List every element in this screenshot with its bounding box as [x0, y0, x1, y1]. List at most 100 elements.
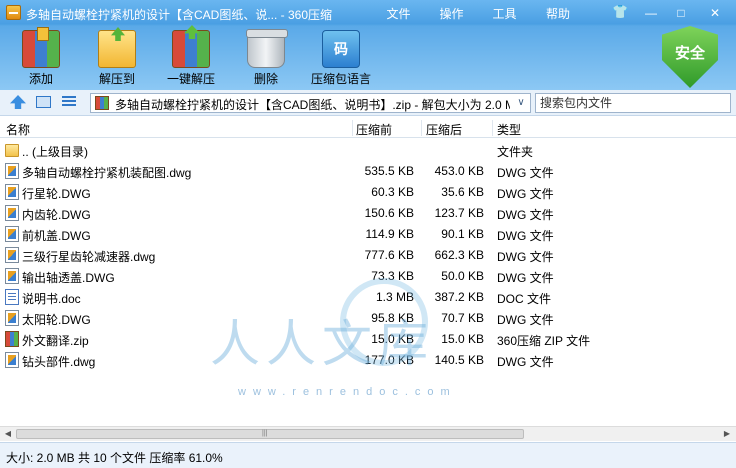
zip-archive-icon — [95, 96, 109, 110]
table-row[interactable]: 多轴自动螺栓拧紧机装配图.dwg 535.5 KB 453.0 KB DWG 文件 — [0, 160, 736, 181]
file-size: 1.3 MB — [375, 290, 414, 304]
file-type: DWG 文件 — [497, 313, 554, 327]
file-type: DWG 文件 — [497, 271, 554, 285]
one-click-extract-button[interactable]: 一键解压 — [158, 30, 224, 87]
file-packed-size: 15.0 KB — [441, 332, 484, 346]
column-type-header[interactable]: 类型 — [497, 121, 521, 138]
extract-to-label: 解压到 — [98, 72, 135, 86]
close-button[interactable]: ✕ — [704, 4, 726, 22]
file-size: 114.9 KB — [365, 227, 414, 241]
file-size: 177.0 KB — [364, 353, 414, 367]
table-row[interactable]: 太阳轮.DWG 95.8 KB 70.7 KB DWG 文件 — [0, 307, 736, 328]
file-name: 多轴自动螺栓拧紧机装配图.dwg — [22, 166, 192, 180]
file-packed-size: 387.2 KB — [434, 290, 484, 304]
app-window: 多轴自动螺栓拧紧机的设计【含CAD图纸、说... - 360压缩 文件 操作 工… — [0, 0, 736, 468]
skin-tshirt-icon[interactable]: 👕 — [612, 5, 628, 19]
file-type: DWG 文件 — [497, 166, 554, 180]
table-row[interactable]: 内齿轮.DWG 150.6 KB 123.7 KB DWG 文件 — [0, 202, 736, 223]
file-type: 文件夹 — [497, 145, 534, 159]
file-packed-size: 453.0 KB — [434, 164, 484, 178]
up-arrow-icon[interactable] — [10, 95, 26, 109]
table-row[interactable]: 外文翻译.zip 15.0 KB 15.0 KB 360压缩 ZIP 文件 — [0, 328, 736, 349]
doc-file-icon — [5, 289, 19, 305]
title-toolbar-area: 多轴自动螺栓拧紧机的设计【含CAD图纸、说... - 360压缩 文件 操作 工… — [0, 0, 736, 90]
view-icons-icon[interactable] — [36, 96, 51, 108]
horizontal-scrollbar[interactable]: ◀ ||| ▶ — [0, 426, 736, 441]
minimize-button[interactable]: — — [640, 4, 662, 22]
table-row[interactable]: .. (上级目录) 文件夹 — [0, 139, 736, 160]
dwg-file-icon — [5, 352, 19, 368]
delete-button[interactable]: 删除 — [233, 29, 299, 87]
scroll-grip-icon: ||| — [262, 430, 268, 437]
file-type: DWG 文件 — [497, 229, 554, 243]
table-row[interactable]: 钻头部件.dwg 177.0 KB 140.5 KB DWG 文件 — [0, 349, 736, 370]
trash-icon — [246, 29, 288, 68]
column-packed-header[interactable]: 压缩后 — [426, 121, 462, 138]
add-button[interactable]: 添加 — [8, 27, 74, 87]
scroll-thumb[interactable] — [16, 429, 524, 439]
search-box[interactable] — [535, 93, 731, 113]
path-field[interactable]: 多轴自动螺栓拧紧机的设计【含CAD图纸、说明书】.zip - 解包大小为 2.0… — [90, 93, 531, 113]
column-name-header[interactable]: 名称 — [6, 121, 30, 138]
status-text: 大小: 2.0 MB 共 10 个文件 压缩率 61.0% — [6, 451, 223, 465]
dwg-file-icon — [5, 226, 19, 242]
file-packed-size: 35.6 KB — [441, 185, 484, 199]
file-size: 60.3 KB — [371, 185, 414, 199]
status-bar: 大小: 2.0 MB 共 10 个文件 压缩率 61.0% — [0, 442, 736, 468]
menu-help[interactable]: 帮助 — [531, 5, 585, 22]
table-row[interactable]: 前机盖.DWG 114.9 KB 90.1 KB DWG 文件 — [0, 223, 736, 244]
file-size: 150.6 KB — [364, 206, 414, 220]
file-name: .. (上级目录) — [22, 145, 88, 159]
view-list-icon[interactable] — [62, 96, 76, 108]
folder-icon — [5, 144, 19, 157]
add-archive-icon — [22, 27, 60, 68]
menu-file[interactable]: 文件 — [372, 5, 425, 22]
file-name: 三级行星齿轮减速器.dwg — [22, 250, 156, 264]
delete-label: 删除 — [253, 72, 278, 86]
file-name: 外文翻译.zip — [22, 334, 89, 348]
file-name: 说明书.doc — [22, 292, 81, 306]
file-name: 内齿轮.DWG — [22, 208, 91, 222]
maximize-button[interactable]: □ — [670, 4, 692, 22]
search-input[interactable] — [540, 96, 726, 110]
file-packed-size: 70.7 KB — [441, 311, 484, 325]
one-click-extract-label: 一键解压 — [166, 72, 215, 86]
security-shield-icon[interactable]: 安全 — [662, 26, 718, 88]
dwg-file-icon — [5, 247, 19, 263]
table-row[interactable]: 行星轮.DWG 60.3 KB 35.6 KB DWG 文件 — [0, 181, 736, 202]
file-type: DWG 文件 — [497, 187, 554, 201]
list-header: 名称 压缩前 压缩后 类型 — [0, 118, 736, 138]
menu-tools[interactable]: 工具 — [478, 5, 531, 22]
file-type: DOC 文件 — [497, 292, 552, 306]
file-type: 360压缩 ZIP 文件 — [497, 334, 591, 348]
table-row[interactable]: 输出轴透盖.DWG 73.3 KB 50.0 KB DWG 文件 — [0, 265, 736, 286]
archive-language-label: 压缩包语言 — [310, 72, 371, 86]
file-size: 73.3 KB — [371, 269, 414, 283]
file-list: 名称 压缩前 压缩后 类型 .. (上级目录) 文件夹多轴自动螺栓拧紧机装配图.d… — [0, 118, 736, 426]
menu-bar: 文件 操作 工具 帮助 — [372, 5, 585, 22]
dwg-file-icon — [5, 163, 19, 179]
zip-file-icon — [5, 331, 19, 347]
file-packed-size: 123.7 KB — [434, 206, 484, 220]
archive-language-button[interactable]: 码 压缩包语言 — [308, 30, 374, 87]
watermark-url: www.renrendoc.com — [238, 386, 457, 398]
dwg-file-icon — [5, 310, 19, 326]
chevron-down-icon[interactable]: ∨ — [514, 95, 528, 111]
scroll-right-icon[interactable]: ▶ — [720, 428, 734, 440]
window-title: 多轴自动螺栓拧紧机的设计【含CAD图纸、说... - 360压缩 — [26, 8, 333, 22]
file-packed-size: 50.0 KB — [441, 269, 484, 283]
table-row[interactable]: 说明书.doc 1.3 MB 387.2 KB DOC 文件 — [0, 286, 736, 307]
path-text: 多轴自动螺栓拧紧机的设计【含CAD图纸、说明书】.zip - 解包大小为 2.0… — [115, 98, 510, 112]
file-type: DWG 文件 — [497, 355, 554, 369]
extract-to-icon — [98, 30, 136, 68]
column-size-header[interactable]: 压缩前 — [356, 121, 392, 138]
menu-operate[interactable]: 操作 — [425, 5, 478, 22]
file-type: DWG 文件 — [497, 208, 554, 222]
archive-language-icon: 码 — [322, 30, 360, 68]
scroll-left-icon[interactable]: ◀ — [1, 428, 15, 440]
extract-to-button[interactable]: 解压到 — [84, 30, 150, 87]
file-name: 输出轴透盖.DWG — [22, 271, 115, 285]
file-name: 前机盖.DWG — [22, 229, 91, 243]
table-row[interactable]: 三级行星齿轮减速器.dwg 777.6 KB 662.3 KB DWG 文件 — [0, 244, 736, 265]
file-size: 777.6 KB — [364, 248, 414, 262]
